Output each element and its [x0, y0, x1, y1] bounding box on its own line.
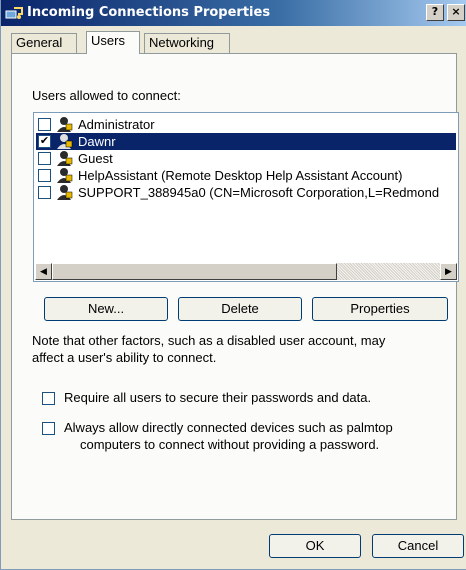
user-name: Guest: [78, 151, 113, 166]
new-user-button[interactable]: New...: [44, 297, 168, 321]
help-button[interactable]: ?: [426, 4, 444, 21]
require-secure-label[interactable]: Require all users to secure their passwo…: [64, 390, 371, 405]
user-icon: [57, 168, 73, 183]
properties-dialog: Incoming Connections Properties ? × Gene…: [0, 0, 466, 570]
user-checkbox[interactable]: [38, 152, 51, 165]
user-name: HelpAssistant (Remote Desktop Help Assis…: [78, 168, 403, 183]
user-row[interactable]: SUPPORT_388945a0 (CN=Microsoft Corporati…: [36, 184, 456, 201]
properties-button[interactable]: Properties: [312, 297, 448, 321]
note-line-1: Note that other factors, such as a disab…: [32, 333, 386, 348]
users-listbox[interactable]: Administrator ✔ Dawnr Guest HelpAssistan…: [33, 112, 459, 282]
require-secure-checkbox[interactable]: [42, 392, 55, 405]
user-row-selected[interactable]: ✔ Dawnr: [36, 133, 456, 150]
user-checkbox-checked[interactable]: ✔: [38, 135, 51, 148]
title-bar[interactable]: Incoming Connections Properties ? ×: [1, 0, 466, 26]
allow-devices-label-line-1[interactable]: Always allow directly connected devices …: [64, 420, 393, 435]
allow-devices-checkbox[interactable]: [42, 422, 55, 435]
tab-general[interactable]: General: [11, 33, 77, 53]
user-row[interactable]: Guest: [36, 150, 456, 167]
window-title: Incoming Connections Properties: [27, 5, 271, 20]
user-checkbox[interactable]: [38, 186, 51, 199]
network-connection-icon: [5, 7, 23, 19]
horizontal-scrollbar[interactable]: ◀ ▶: [35, 263, 457, 280]
scroll-thumb[interactable]: [52, 263, 337, 280]
user-icon: [57, 185, 73, 200]
delete-user-button[interactable]: Delete: [178, 297, 302, 321]
user-icon: [57, 151, 73, 166]
scroll-right-button[interactable]: ▶: [440, 263, 457, 280]
user-checkbox[interactable]: [38, 169, 51, 182]
note-line-2: affect a user's ability to connect.: [32, 350, 217, 365]
tab-users[interactable]: Users: [86, 31, 140, 54]
allow-devices-label-line-2[interactable]: computers to connect without providing a…: [80, 437, 379, 452]
cancel-button[interactable]: Cancel: [372, 534, 464, 558]
users-list-label: Users allowed to connect:: [32, 88, 181, 103]
user-icon: [57, 117, 73, 132]
user-icon: [57, 134, 73, 149]
tab-networking[interactable]: Networking: [144, 33, 230, 53]
user-name: Dawnr: [78, 133, 118, 150]
user-name: Administrator: [78, 117, 155, 132]
scroll-left-button[interactable]: ◀: [35, 263, 52, 280]
user-checkbox[interactable]: [38, 118, 51, 131]
close-button[interactable]: ×: [447, 4, 465, 21]
ok-button[interactable]: OK: [269, 534, 361, 558]
user-row[interactable]: HelpAssistant (Remote Desktop Help Assis…: [36, 167, 456, 184]
user-name: SUPPORT_388945a0 (CN=Microsoft Corporati…: [78, 185, 440, 200]
user-row[interactable]: Administrator: [36, 116, 456, 133]
